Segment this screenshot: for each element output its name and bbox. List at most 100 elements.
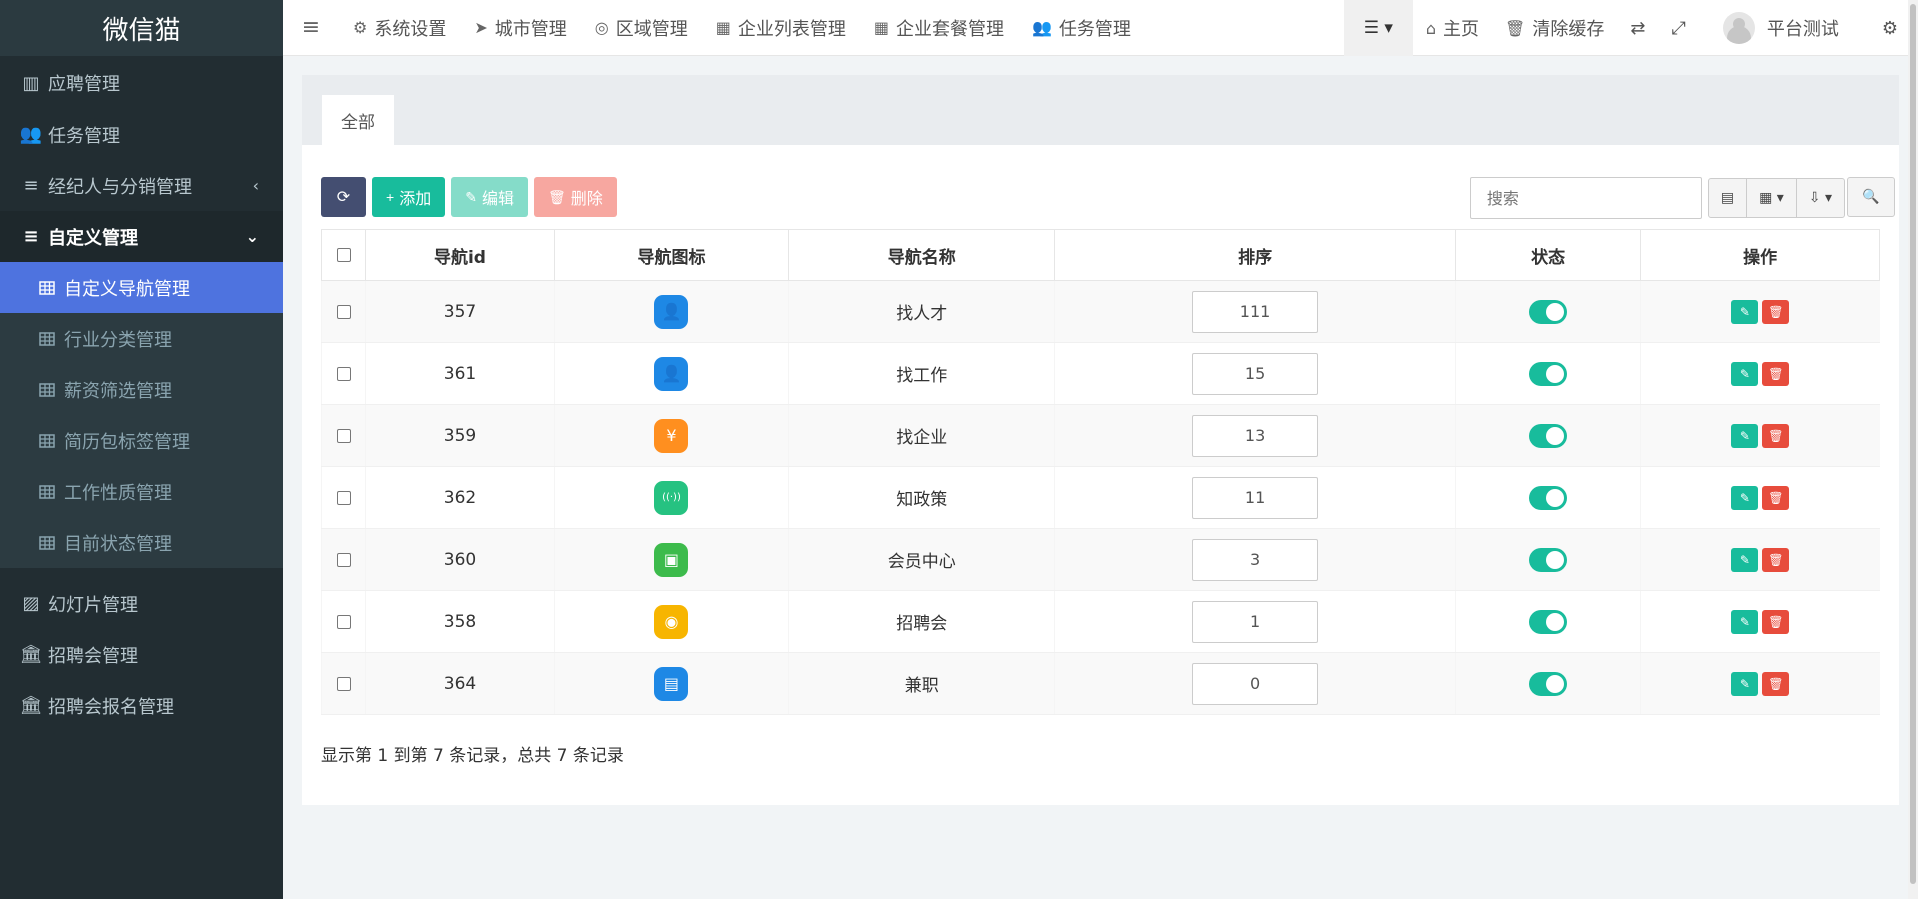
top-nav-label: 任务管理 [1058, 18, 1131, 40]
sidebar-item[interactable]: 工作性质管理 [0, 466, 283, 517]
row-delete-button[interactable]: 🗑 [1762, 485, 1790, 510]
status-toggle[interactable] [1529, 609, 1568, 634]
column-header[interactable]: 导航id [365, 229, 555, 281]
weigh-input[interactable]: 111 [1192, 290, 1319, 333]
export-button[interactable]: ⇩ ▾ [1797, 179, 1844, 217]
row-delete-button[interactable]: 🗑 [1762, 423, 1790, 448]
refresh-button[interactable]: ⟳ [321, 177, 366, 217]
weigh-input[interactable]: 3 [1192, 538, 1319, 581]
sidebar-item[interactable]: 🏛 招聘会报名管理 [0, 680, 283, 731]
toggle-view-button[interactable]: ▤ [1709, 179, 1748, 217]
top-nav-item[interactable]: 👥 任务管理 [1018, 0, 1145, 56]
weigh-input[interactable]: 1 [1192, 600, 1319, 643]
status-toggle[interactable] [1529, 299, 1568, 324]
sidebar-item[interactable]: ▨ 幻灯片管理 [0, 578, 283, 629]
search-input[interactable] [1469, 177, 1702, 219]
tab-bar: 全部 [302, 75, 1899, 145]
status-toggle[interactable] [1529, 423, 1568, 448]
row-checkbox[interactable] [336, 304, 351, 319]
status-toggle[interactable] [1529, 361, 1568, 386]
table-row[interactable]: 359 ¥ 找企业 13 ✎ 🗑 [320, 404, 1880, 467]
row-edit-button[interactable]: ✎ [1731, 547, 1759, 572]
row-checkbox[interactable] [336, 366, 351, 381]
table-row[interactable]: 361 👤 找工作 15 ✎ 🗑 [320, 342, 1880, 405]
table-row[interactable]: 364 ▤ 兼职 0 ✎ 🗑 [320, 652, 1880, 715]
column-header[interactable]: 导航名称 [788, 229, 1056, 281]
select-all-checkbox[interactable] [336, 248, 351, 262]
row-delete-button[interactable]: 🗑 [1762, 609, 1790, 634]
sidebar-item-label: 工作性质管理 [64, 482, 172, 504]
add-button[interactable]: + 添加 [372, 177, 446, 217]
row-delete-button[interactable]: 🗑 [1762, 299, 1790, 324]
top-nav-item[interactable]: ▦ 企业列表管理 [702, 0, 860, 56]
table-row[interactable]: 360 ▣ 会员中心 3 ✎ 🗑 [320, 528, 1880, 591]
sidebar-item[interactable]: 🏛 招聘会管理 [0, 629, 283, 680]
edit-button[interactable]: ✎ 编辑 [451, 177, 528, 217]
sidebar-item[interactable]: 目前状态管理 [0, 517, 283, 568]
column-header[interactable]: 操作 [1640, 229, 1880, 281]
row-delete-button[interactable]: 🗑 [1762, 671, 1790, 696]
pencil-icon: ✎ [1739, 490, 1750, 505]
weigh-input[interactable]: 11 [1192, 476, 1319, 519]
table-row[interactable]: 362 ((·)) 知政策 11 ✎ 🗑 [320, 466, 1880, 529]
page-scrollbar[interactable] [1908, 0, 1918, 899]
row-edit-button[interactable]: ✎ [1731, 609, 1759, 634]
row-delete-button[interactable]: 🗑 [1762, 361, 1790, 386]
sidebar-item[interactable]: 简历包标签管理 [0, 415, 283, 466]
pencil-icon: ✎ [1739, 428, 1750, 443]
status-toggle[interactable] [1529, 671, 1568, 696]
app-logo[interactable]: 微信猫 [0, 0, 283, 56]
weigh-input[interactable]: 0 [1192, 662, 1319, 705]
status-toggle[interactable] [1529, 547, 1568, 572]
row-edit-button[interactable]: ✎ [1731, 361, 1759, 386]
pencil-icon: ✎ [1739, 366, 1750, 381]
weigh-cell: 1 [1054, 590, 1456, 653]
top-nav-item[interactable]: ⚙ 系统设置 [339, 0, 460, 56]
row-checkbox[interactable] [336, 490, 351, 505]
top-nav-item[interactable]: ➤ 城市管理 [460, 0, 580, 56]
weigh-input[interactable]: 15 [1192, 352, 1319, 395]
column-header[interactable]: 排序 [1054, 229, 1456, 281]
row-delete-button[interactable]: 🗑 [1762, 547, 1790, 572]
table-icon: ▦ [873, 18, 889, 37]
sidebar-item[interactable]: 行业分类管理 [0, 313, 283, 364]
user-menu[interactable]: 平台测试 [1699, 0, 1869, 56]
tab-all[interactable]: 全部 [322, 95, 394, 145]
row-edit-button[interactable]: ✎ [1731, 671, 1759, 696]
sidebar-toggle-button[interactable]: ≡ [283, 0, 339, 56]
delete-button[interactable]: 🗑 删除 [533, 177, 617, 217]
menu-dropdown-button[interactable]: ☰ ▾ [1343, 0, 1413, 56]
column-header[interactable]: 导航图标 [553, 229, 790, 281]
sidebar-item[interactable]: ≡ 自定义管理 ⌄ [0, 211, 283, 262]
column-header[interactable]: 状态 [1454, 229, 1642, 281]
top-right-tools: ☰ ▾ ⌂ 主页 🗑 清除缓存 ⇄ ⤢ 平台测试 ⚙ [1343, 0, 1918, 56]
sidebar-item[interactable]: 薪资筛选管理 [0, 364, 283, 415]
clear-cache-button[interactable]: 🗑 清除缓存 [1492, 0, 1617, 56]
row-checkbox[interactable] [336, 614, 351, 629]
row-edit-button[interactable]: ✎ [1731, 423, 1759, 448]
row-edit-button[interactable]: ✎ [1731, 299, 1759, 324]
table-row[interactable]: 358 ◉ 招聘会 1 ✎ 🗑 [320, 590, 1880, 653]
row-checkbox[interactable] [336, 552, 351, 567]
table-row[interactable]: 357 👤 找人才 111 ✎ 🗑 [320, 280, 1880, 343]
sidebar-item[interactable]: ▥ 应聘管理 [0, 57, 283, 109]
home-link[interactable]: ⌂ 主页 [1413, 0, 1492, 56]
top-nav-item[interactable]: ◎ 区域管理 [581, 0, 702, 56]
list-icon: ≡ [23, 175, 39, 196]
row-edit-button[interactable]: ✎ [1731, 485, 1759, 510]
columns-button[interactable]: ▦ ▾ [1747, 179, 1797, 217]
sidebar-item[interactable]: ≡ 经纪人与分销管理 ‹ [0, 160, 283, 211]
sidebar-item-label: 简历包标签管理 [64, 431, 190, 453]
fullscreen-button[interactable]: ⤢ [1658, 0, 1698, 56]
language-button[interactable]: ⇄ [1617, 0, 1658, 56]
sidebar-item[interactable]: 👥 任务管理 [0, 109, 283, 160]
nav-icon-cell: ▤ [553, 652, 789, 715]
row-checkbox[interactable] [336, 676, 351, 691]
sidebar-item[interactable]: 自定义导航管理 [0, 262, 283, 313]
weigh-input[interactable]: 13 [1192, 414, 1319, 457]
row-checkbox[interactable] [336, 428, 351, 443]
weigh-cell: 15 [1054, 342, 1456, 405]
search-button[interactable]: 🔍 [1847, 177, 1895, 217]
status-toggle[interactable] [1529, 485, 1568, 510]
top-nav-item[interactable]: ▦ 企业套餐管理 [860, 0, 1018, 56]
